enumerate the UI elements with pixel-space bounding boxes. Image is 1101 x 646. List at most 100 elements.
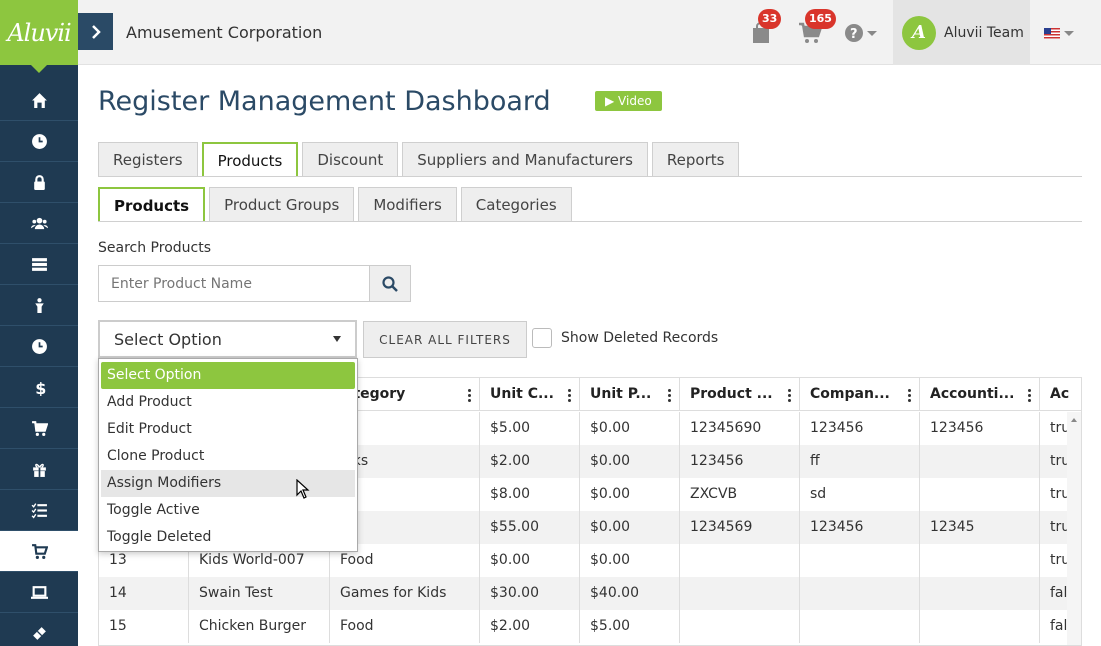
table-cell: $2.00 xyxy=(480,445,580,478)
notifications-button[interactable]: 33 xyxy=(751,9,782,48)
column-menu-icon[interactable] xyxy=(908,389,911,404)
table-cell: 123456 xyxy=(800,412,920,445)
page-title: Register Management Dashboard xyxy=(98,86,551,117)
search-button[interactable] xyxy=(369,265,411,302)
table-cell xyxy=(680,544,800,577)
table-cell: sd xyxy=(800,478,920,511)
register-cart-icon[interactable] xyxy=(0,531,78,572)
table-cell: 14 xyxy=(99,577,189,610)
aluvii-logo[interactable]: Aluvii xyxy=(0,0,78,73)
table-row[interactable]: 14 Swain Test Games for Kids $30.00 $40.00 fa… xyxy=(99,577,1081,610)
column-header-company[interactable]: Compan... xyxy=(800,378,920,411)
search-label: Search Products xyxy=(98,240,211,256)
clear-all-filters-button[interactable]: CLEAR ALL FILTERS xyxy=(363,321,527,358)
mouse-cursor-icon xyxy=(296,479,310,499)
subtab-categories[interactable]: Categories xyxy=(460,187,572,222)
subtab-products[interactable]: Products xyxy=(98,187,206,222)
laptop-icon[interactable] xyxy=(0,572,78,613)
table-scrollbar[interactable] xyxy=(1067,412,1081,645)
table-cell: 1234569 xyxy=(680,511,800,544)
table-cell: $30.00 xyxy=(480,577,580,610)
tab-registers[interactable]: Registers xyxy=(98,142,198,177)
column-menu-icon[interactable] xyxy=(468,389,471,404)
action-select[interactable]: Select Option xyxy=(98,320,357,358)
users-icon[interactable] xyxy=(0,203,78,244)
sidebar-toggle-button[interactable] xyxy=(78,13,113,50)
option-clone-product[interactable]: Clone Product xyxy=(101,443,355,470)
dropdown-arrow-icon xyxy=(333,336,341,342)
table-cell: $0.00 xyxy=(480,544,580,577)
action-dropdown-menu: Select Option Add Product Edit Product C… xyxy=(98,358,358,552)
chevron-down-icon xyxy=(867,30,877,36)
table-cell: 123456 xyxy=(920,412,1040,445)
cart-icon[interactable] xyxy=(0,408,78,449)
us-flag-icon[interactable] xyxy=(1044,28,1060,39)
subtab-modifiers[interactable]: Modifiers xyxy=(358,187,457,222)
show-deleted-label: Show Deleted Records xyxy=(561,330,719,346)
video-button[interactable]: ▶ Video xyxy=(595,91,662,111)
lock-icon[interactable] xyxy=(0,162,78,203)
dollar-icon[interactable]: $ xyxy=(0,367,78,408)
tab-suppliers[interactable]: Suppliers and Manufacturers xyxy=(402,142,648,177)
avatar: A xyxy=(902,15,936,50)
column-header-product-code[interactable]: Product ... xyxy=(680,378,800,411)
table-cell xyxy=(920,544,1040,577)
column-menu-icon[interactable] xyxy=(1028,389,1031,404)
column-menu-icon[interactable] xyxy=(788,389,791,404)
svg-text:$: $ xyxy=(35,379,46,396)
user-name: Aluvii Team xyxy=(944,24,1024,41)
history-icon[interactable] xyxy=(0,326,78,367)
gift-icon[interactable] xyxy=(0,449,78,490)
server-icon[interactable] xyxy=(0,244,78,285)
clock-icon[interactable] xyxy=(0,121,78,162)
table-cell: ZXCVB xyxy=(680,478,800,511)
table-cell: $0.00 xyxy=(580,445,680,478)
ticket-icon[interactable] xyxy=(0,613,78,646)
option-edit-product[interactable]: Edit Product xyxy=(101,416,355,443)
column-header-active[interactable]: Ac xyxy=(1040,378,1080,411)
column-menu-icon[interactable] xyxy=(568,389,571,404)
option-select-option[interactable]: Select Option xyxy=(101,362,355,389)
home-icon[interactable] xyxy=(0,80,78,121)
top-bar: Amusement Corporation 33 165 ? A Aluvii … xyxy=(78,0,1101,65)
table-cell: $0.00 xyxy=(580,544,680,577)
action-select-value: Select Option xyxy=(114,329,222,349)
tab-discount[interactable]: Discount xyxy=(302,142,399,177)
table-cell: $8.00 xyxy=(480,478,580,511)
table-cell xyxy=(680,577,800,610)
table-cell xyxy=(800,610,920,643)
table-cell: Swain Test xyxy=(189,577,330,610)
table-cell xyxy=(920,445,1040,478)
subtab-product-groups[interactable]: Product Groups xyxy=(209,187,355,222)
show-deleted-checkbox[interactable] xyxy=(532,328,552,348)
column-menu-icon[interactable] xyxy=(668,389,671,404)
subtab-divider xyxy=(98,221,1082,222)
table-cell: $5.00 xyxy=(480,412,580,445)
option-toggle-active[interactable]: Toggle Active xyxy=(101,497,355,524)
help-icon: ? xyxy=(845,24,863,42)
option-add-product[interactable]: Add Product xyxy=(101,389,355,416)
table-cell: $5.00 xyxy=(580,610,680,643)
option-assign-modifiers[interactable]: Assign Modifiers xyxy=(101,470,355,497)
table-cell xyxy=(920,610,1040,643)
column-header-unit-price[interactable]: Unit P... xyxy=(580,378,680,411)
language-chevron-icon[interactable] xyxy=(1064,31,1074,36)
sub-tabs: Products Product Groups Modifiers Catego… xyxy=(98,187,576,222)
scroll-up-icon[interactable] xyxy=(1071,418,1077,422)
company-name: Amusement Corporation xyxy=(126,23,323,42)
column-header-unit-cost[interactable]: Unit C... xyxy=(480,378,580,411)
help-menu[interactable]: ? xyxy=(845,24,877,42)
svg-text:?: ? xyxy=(850,27,858,42)
table-row[interactable]: 15 Chicken Burger Food $2.00 $5.00 fal xyxy=(99,610,1081,643)
search-input[interactable] xyxy=(98,265,370,302)
user-menu[interactable]: A Aluvii Team xyxy=(893,0,1030,65)
cart-button[interactable]: 165 xyxy=(798,9,836,48)
tab-reports[interactable]: Reports xyxy=(651,142,740,177)
table-cell: $0.00 xyxy=(580,511,680,544)
table-cell: $2.00 xyxy=(480,610,580,643)
checklist-icon[interactable] xyxy=(0,490,78,531)
person-icon[interactable] xyxy=(0,285,78,326)
option-toggle-deleted[interactable]: Toggle Deleted xyxy=(101,524,355,551)
tab-products[interactable]: Products xyxy=(201,142,299,177)
column-header-accounting[interactable]: Accounti... xyxy=(920,378,1040,411)
